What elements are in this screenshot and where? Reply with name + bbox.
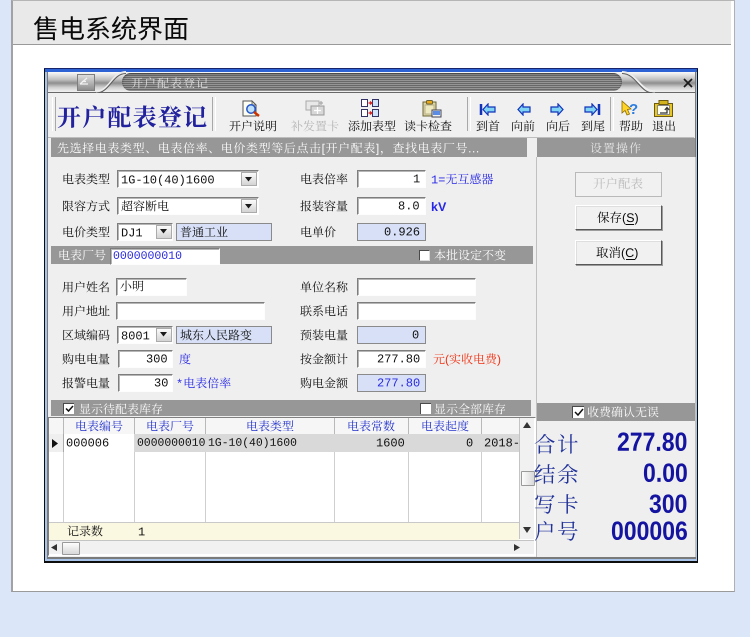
- svg-text:?: ?: [629, 101, 638, 118]
